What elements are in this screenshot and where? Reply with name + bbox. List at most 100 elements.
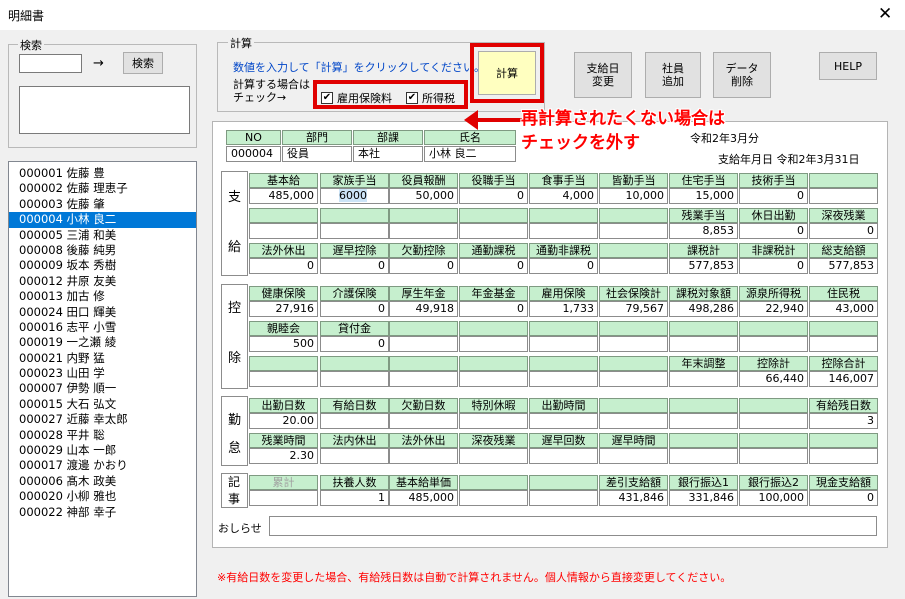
deduction-row1-value-8[interactable]: 43,000 xyxy=(809,301,878,317)
employee-list-item[interactable]: 000020 小柳 雅也 xyxy=(9,489,196,504)
search-result-box[interactable] xyxy=(19,86,190,134)
record-row1-value-7[interactable]: 100,000 xyxy=(739,490,808,506)
attendance-row1-value-3[interactable] xyxy=(459,413,528,429)
deduction-row3-value-5[interactable] xyxy=(599,371,668,387)
payment-row3-value-4[interactable]: 0 xyxy=(529,258,598,274)
attendance-row2-value-4[interactable] xyxy=(529,448,598,464)
deduction-row2-value-5[interactable] xyxy=(599,336,668,352)
attendance-row2-value-0[interactable]: 2.30 xyxy=(249,448,318,464)
payment-row3-value-0[interactable]: 0 xyxy=(249,258,318,274)
deduction-row2-value-6[interactable] xyxy=(669,336,738,352)
employee-list-item[interactable]: 000019 一之瀬 綾 xyxy=(9,335,196,350)
search-input[interactable] xyxy=(19,54,82,73)
employee-list-item[interactable]: 000017 渡邊 かおり xyxy=(9,458,196,473)
deduction-row1-value-4[interactable]: 1,733 xyxy=(529,301,598,317)
employee-list-item[interactable]: 000029 山本 一郎 xyxy=(9,443,196,458)
employee-list-item[interactable]: 000006 髙木 政美 xyxy=(9,474,196,489)
record-row1-value-5[interactable]: 431,846 xyxy=(599,490,668,506)
employee-list-item[interactable]: 000028 平井 聡 xyxy=(9,428,196,443)
attendance-row2-value-8[interactable] xyxy=(809,448,878,464)
search-button[interactable]: 検索 xyxy=(123,52,163,74)
employee-list-item[interactable]: 000007 伊勢 順一 xyxy=(9,381,196,396)
payment-row2-value-8[interactable]: 0 xyxy=(809,223,878,239)
payment-row3-value-2[interactable]: 0 xyxy=(389,258,458,274)
payment-row2-value-1[interactable] xyxy=(320,223,389,239)
deduction-row3-value-2[interactable] xyxy=(389,371,458,387)
record-row1-value-1[interactable]: 1 xyxy=(320,490,389,506)
payment-row2-value-5[interactable] xyxy=(599,223,668,239)
attendance-row2-value-3[interactable] xyxy=(459,448,528,464)
payment-row3-value-7[interactable]: 0 xyxy=(739,258,808,274)
deduction-row2-value-1[interactable]: 0 xyxy=(320,336,389,352)
deduction-row2-value-4[interactable] xyxy=(529,336,598,352)
attendance-row2-value-1[interactable] xyxy=(320,448,389,464)
payment-row1-value-8[interactable] xyxy=(809,188,878,204)
employee-list-item[interactable]: 000022 神部 幸子 xyxy=(9,505,196,520)
employee-list-item[interactable]: 000012 井原 友美 xyxy=(9,274,196,289)
employee-list-item[interactable]: 000027 近藤 幸太郎 xyxy=(9,412,196,427)
info-value-section[interactable]: 本社 xyxy=(353,146,423,162)
add-employee-button[interactable]: 社員 追加 xyxy=(645,52,701,98)
record-row1-value-3[interactable] xyxy=(459,490,528,506)
pay-date-change-button[interactable]: 支給日 変更 xyxy=(574,52,632,98)
employee-list[interactable]: 000001 佐藤 豊 000002 佐藤 理恵子 000003 佐藤 肇 00000… xyxy=(8,161,197,597)
payment-row1-value-4[interactable]: 4,000 xyxy=(529,188,598,204)
payment-row3-value-5[interactable] xyxy=(599,258,668,274)
attendance-row1-value-5[interactable] xyxy=(599,413,668,429)
payment-row1-value-3[interactable]: 0 xyxy=(459,188,528,204)
payment-row2-value-0[interactable] xyxy=(249,223,318,239)
attendance-row1-value-1[interactable] xyxy=(320,413,389,429)
employee-list-item[interactable]: 000004 小林 良二 xyxy=(9,212,196,228)
attendance-row1-value-0[interactable]: 20.00 xyxy=(249,413,318,429)
deduction-row2-value-0[interactable]: 500 xyxy=(249,336,318,352)
attendance-row2-value-2[interactable] xyxy=(389,448,458,464)
insurance-checkbox[interactable]: ✔ 雇用保険料 xyxy=(321,90,392,106)
deduction-row1-value-6[interactable]: 498,286 xyxy=(669,301,738,317)
record-row1-value-0[interactable] xyxy=(249,490,318,506)
attendance-row2-value-5[interactable] xyxy=(599,448,668,464)
deduction-row2-value-2[interactable] xyxy=(389,336,458,352)
employee-list-item[interactable]: 000016 志平 小雪 xyxy=(9,320,196,335)
attendance-row1-value-4[interactable] xyxy=(529,413,598,429)
deduction-row3-value-4[interactable] xyxy=(529,371,598,387)
payment-row3-value-1[interactable]: 0 xyxy=(320,258,389,274)
employee-list-item[interactable]: 000002 佐藤 理恵子 xyxy=(9,181,196,196)
info-value-no[interactable]: 000004 xyxy=(226,146,281,162)
deduction-row3-value-0[interactable] xyxy=(249,371,318,387)
deduction-row3-value-1[interactable] xyxy=(320,371,389,387)
employee-list-item[interactable]: 000005 三浦 和美 xyxy=(9,228,196,243)
payment-row1-value-5[interactable]: 10,000 xyxy=(599,188,668,204)
deduction-row3-value-3[interactable] xyxy=(459,371,528,387)
deduction-row1-value-5[interactable]: 79,567 xyxy=(599,301,668,317)
payment-row3-value-3[interactable]: 0 xyxy=(459,258,528,274)
payment-row2-value-2[interactable] xyxy=(389,223,458,239)
notice-input[interactable] xyxy=(269,516,877,536)
employee-list-item[interactable]: 000021 内野 猛 xyxy=(9,351,196,366)
payment-row3-value-8[interactable]: 577,853 xyxy=(809,258,878,274)
record-row1-value-4[interactable] xyxy=(529,490,598,506)
attendance-row1-value-7[interactable] xyxy=(739,413,808,429)
deduction-row2-value-8[interactable] xyxy=(809,336,878,352)
payment-row1-value-2[interactable]: 50,000 xyxy=(389,188,458,204)
attendance-row1-value-8[interactable]: 3 xyxy=(809,413,878,429)
record-row1-value-8[interactable]: 0 xyxy=(809,490,878,506)
deduction-row1-value-1[interactable]: 0 xyxy=(320,301,389,317)
deduction-row3-value-6[interactable] xyxy=(669,371,738,387)
payment-row1-value-1[interactable]: 6000 xyxy=(320,188,389,204)
employee-list-item[interactable]: 000008 後藤 純男 xyxy=(9,243,196,258)
attendance-row1-value-6[interactable] xyxy=(669,413,738,429)
payment-row1-value-7[interactable]: 0 xyxy=(739,188,808,204)
payment-row2-value-7[interactable]: 0 xyxy=(739,223,808,239)
employee-list-item[interactable]: 000003 佐藤 肇 xyxy=(9,197,196,212)
deduction-row2-value-7[interactable] xyxy=(739,336,808,352)
payment-row1-value-0[interactable]: 485,000 xyxy=(249,188,318,204)
attendance-row2-value-7[interactable] xyxy=(739,448,808,464)
deduction-row1-value-2[interactable]: 49,918 xyxy=(389,301,458,317)
help-button[interactable]: HELP xyxy=(819,52,877,80)
deduction-row2-value-3[interactable] xyxy=(459,336,528,352)
payment-row1-value-6[interactable]: 15,000 xyxy=(669,188,738,204)
payment-row3-value-6[interactable]: 577,853 xyxy=(669,258,738,274)
deduction-row1-value-0[interactable]: 27,916 xyxy=(249,301,318,317)
calc-button[interactable]: 計算 xyxy=(478,51,536,95)
record-row1-value-6[interactable]: 331,846 xyxy=(669,490,738,506)
